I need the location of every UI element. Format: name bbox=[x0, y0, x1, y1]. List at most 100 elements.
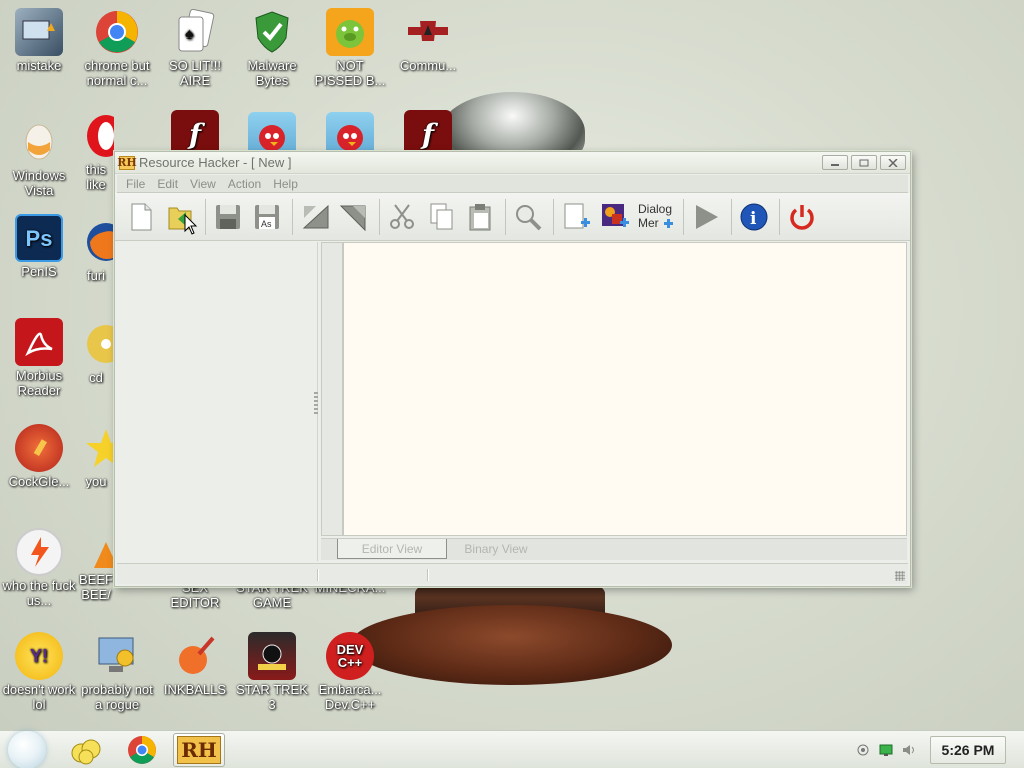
exit-icon bbox=[790, 204, 814, 230]
compile-forward-button[interactable] bbox=[336, 199, 372, 235]
close-icon bbox=[888, 158, 898, 167]
mouse-cursor-icon bbox=[184, 214, 198, 235]
window-titlebar[interactable]: RH Resource Hacker - [ New ] bbox=[115, 152, 910, 174]
desktop-icon-you[interactable]: you bbox=[78, 424, 114, 489]
desktop-icon-who-the[interactable]: who the fuck us... bbox=[0, 528, 78, 608]
desktop-icon-commu[interactable]: Commu... bbox=[389, 8, 467, 73]
toolbar-separator bbox=[205, 198, 206, 235]
add-resource-button[interactable] bbox=[558, 199, 594, 235]
line-number-gutter bbox=[321, 242, 343, 536]
info-button[interactable]: i bbox=[736, 199, 772, 235]
desktop-icon-doesnt-work[interactable]: Y! doesn't work lol bbox=[0, 632, 78, 712]
resource-hacker-app-icon: RH bbox=[117, 155, 137, 170]
firefox-icon bbox=[82, 218, 114, 266]
desktop-icon-probably-not-a-rogue[interactable]: probably not a rogue bbox=[78, 632, 156, 712]
chrome-icon bbox=[93, 8, 141, 56]
star-wars-icon bbox=[248, 632, 296, 680]
desktop-icon-cockgle[interactable]: CockGle... bbox=[0, 424, 78, 489]
shield-icon bbox=[248, 8, 296, 56]
info-icon: i bbox=[740, 203, 768, 230]
svg-text:♠: ♠ bbox=[185, 26, 194, 43]
taskbar-chrome[interactable] bbox=[116, 733, 168, 767]
wallpaper-knob-base bbox=[350, 605, 672, 685]
devcpp-icon: DEV C++ bbox=[326, 632, 374, 680]
solitaire-icon: ♠ bbox=[171, 8, 219, 56]
close-button[interactable] bbox=[880, 155, 906, 170]
compile-back-button[interactable] bbox=[297, 199, 333, 235]
new-button[interactable] bbox=[123, 199, 159, 235]
add-resource-icon bbox=[564, 203, 590, 228]
explorer-icon bbox=[71, 739, 101, 765]
egg-icon bbox=[15, 118, 63, 166]
copy-icon bbox=[430, 203, 453, 229]
window-title: Resource Hacker - [ New ] bbox=[139, 155, 292, 170]
desktop-icon-opera[interactable]: this like bbox=[78, 112, 114, 192]
svg-text:Mer: Mer bbox=[638, 216, 659, 230]
toolbar-separator bbox=[379, 198, 380, 235]
start-button[interactable] bbox=[8, 731, 46, 768]
paste-icon bbox=[469, 203, 491, 230]
find-button[interactable] bbox=[510, 199, 546, 235]
find-icon bbox=[516, 204, 542, 230]
pane-splitter[interactable] bbox=[314, 392, 318, 416]
taskbar-explorer[interactable] bbox=[60, 733, 112, 767]
desktop-icon-not-pissed[interactable]: NOT PISSED B... bbox=[311, 8, 389, 88]
desktop-icon-mistake[interactable]: mistake bbox=[0, 8, 78, 73]
yahoo-messenger-icon: Y! bbox=[15, 632, 63, 680]
svg-text:As: As bbox=[261, 219, 272, 229]
clock[interactable]: 5:26 PM bbox=[930, 736, 1006, 764]
menu-view[interactable]: View bbox=[184, 177, 222, 191]
desktop-icon-penis[interactable]: Ps PenIS bbox=[0, 214, 78, 279]
action-center-icon[interactable] bbox=[856, 743, 870, 757]
editor-area[interactable] bbox=[343, 242, 907, 536]
network-icon[interactable] bbox=[879, 743, 893, 757]
desktop-icon-star-trek-3[interactable]: STAR TREK 3 bbox=[233, 632, 311, 712]
run-script-button[interactable] bbox=[688, 199, 724, 235]
desktop-icon-malwarebytes[interactable]: Malware Bytes bbox=[233, 8, 311, 88]
resize-grip[interactable] bbox=[895, 571, 905, 581]
tab-editor-view[interactable]: Editor View bbox=[337, 539, 447, 559]
menu-action[interactable]: Action bbox=[222, 177, 267, 191]
main-panes: Editor View Binary View bbox=[115, 242, 910, 561]
desktop-icon-windows-vista[interactable]: Windows Vista bbox=[0, 118, 78, 198]
toolbar-separator bbox=[779, 198, 780, 235]
save-button[interactable] bbox=[210, 199, 246, 235]
menubar: File Edit View Action Help bbox=[117, 175, 908, 193]
opera-icon bbox=[82, 112, 114, 160]
papers-please-icon bbox=[404, 8, 452, 56]
save-as-button[interactable]: As bbox=[249, 199, 285, 235]
minimize-button[interactable] bbox=[822, 155, 848, 170]
svg-text:Dialog: Dialog bbox=[638, 202, 672, 216]
add-image-resource-button[interactable] bbox=[597, 199, 633, 235]
desktop-icon-firefox[interactable]: furi bbox=[78, 218, 114, 283]
maximize-button[interactable] bbox=[851, 155, 877, 170]
desktop-icon-cd[interactable]: cd bbox=[78, 320, 114, 385]
paste-button[interactable] bbox=[462, 199, 498, 235]
desktop-icon-beef[interactable]: BEEF BEE/ bbox=[78, 540, 114, 602]
menu-help[interactable]: Help bbox=[267, 177, 304, 191]
desktop-icon-chrome[interactable]: chrome but normal c... bbox=[78, 8, 156, 88]
taskbar-resource-hacker[interactable]: RH bbox=[173, 733, 225, 767]
dialog-merger-button[interactable]: Dialog Mer bbox=[636, 199, 676, 235]
minimize-icon bbox=[831, 163, 839, 166]
vlc-icon bbox=[82, 540, 114, 570]
tab-binary-view[interactable]: Binary View bbox=[441, 539, 551, 559]
resource-tree-pane[interactable] bbox=[115, 242, 318, 561]
menu-file[interactable]: File bbox=[120, 177, 151, 191]
toolbar-separator bbox=[553, 198, 554, 235]
run-script-icon bbox=[696, 204, 718, 229]
adobe-reader-icon bbox=[15, 318, 63, 366]
toolbar-separator bbox=[683, 198, 684, 235]
cut-button[interactable] bbox=[384, 199, 420, 235]
resource-hacker-window[interactable]: RH Resource Hacker - [ New ] File Edit V… bbox=[114, 151, 911, 587]
desktop-icon-inkballs[interactable]: INKBALLS bbox=[156, 632, 234, 697]
copy-button[interactable] bbox=[423, 199, 459, 235]
desktop-icon-devcpp[interactable]: DEV C++ Embarca... Dev.C++ bbox=[311, 632, 389, 712]
volume-icon[interactable] bbox=[902, 743, 916, 757]
new-file-icon bbox=[131, 203, 152, 230]
desktop-icon-solitaire[interactable]: ♠ SO LIT!!! AIRE bbox=[156, 8, 234, 88]
desktop-icon-morbius-reader[interactable]: Morbius Reader bbox=[0, 318, 78, 398]
exit-button[interactable] bbox=[784, 199, 820, 235]
photoshop-icon: Ps bbox=[15, 214, 63, 262]
menu-edit[interactable]: Edit bbox=[151, 177, 184, 191]
